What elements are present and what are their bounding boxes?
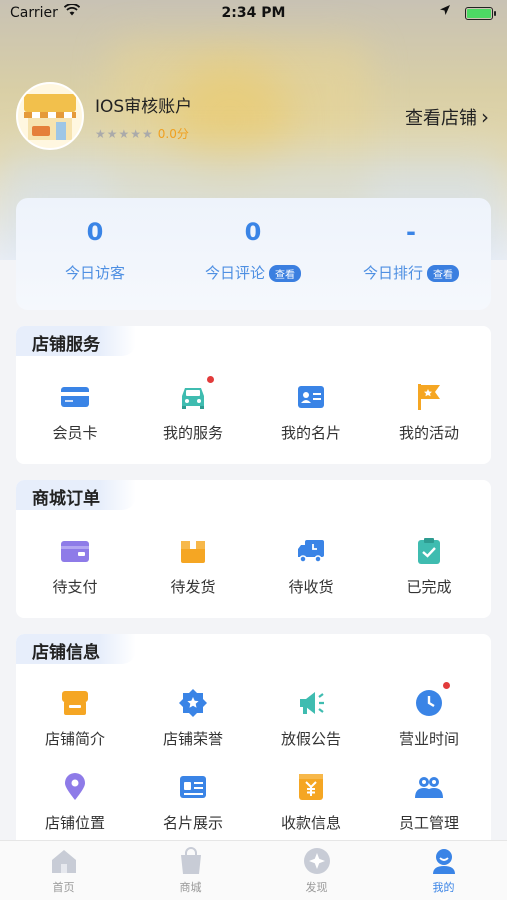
- grid-item-label: 放假公告: [280, 730, 341, 748]
- tab-mall[interactable]: 商城: [127, 847, 254, 895]
- box-icon: [178, 536, 208, 566]
- section-title: 商城订单: [16, 480, 136, 510]
- grid-item-store-location[interactable]: 店铺位置: [16, 772, 134, 833]
- grid-item-member-card[interactable]: 会员卡: [16, 382, 134, 443]
- store-service-card: 店铺服务 会员卡 我的服务 我的名片 我的活动: [16, 326, 491, 464]
- grid-item-business-card[interactable]: 我的名片: [252, 382, 370, 443]
- car-icon: [178, 376, 214, 412]
- today-stats-card: 0 今日访客 0 今日评论 查看 - 今日排行 查看: [16, 198, 491, 310]
- grid-item-pending-shipment[interactable]: 待发货: [134, 536, 252, 597]
- star-icons: ★★★★★: [95, 127, 154, 141]
- stat-comments[interactable]: 0 今日评论 查看: [174, 218, 332, 283]
- id-card-icon: [178, 772, 208, 802]
- grid-item-label: 名片展示: [162, 814, 223, 832]
- grid-item-pending-payment[interactable]: 待支付: [16, 536, 134, 597]
- users-icon: [414, 772, 444, 802]
- megaphone-icon: [296, 688, 326, 718]
- stat-label: 今日排行: [362, 264, 423, 282]
- grid-item-label: 我的活动: [398, 424, 459, 442]
- grid-item-label: 待发货: [170, 578, 216, 596]
- member-card-icon: [60, 382, 90, 412]
- grid-item-store-honors[interactable]: 店铺荣誉: [134, 688, 252, 749]
- battery-icon: [465, 7, 496, 20]
- wallet-icon: [60, 536, 90, 566]
- grid-item-staff-management[interactable]: 员工管理: [370, 772, 488, 833]
- clock-icon: [414, 682, 450, 718]
- yuan-receipt-icon: [296, 772, 326, 802]
- notification-dot: [207, 376, 214, 383]
- store-info-card: 店铺信息 店铺简介 店铺荣誉 放假公告 营业时间 店铺位置 名片展示 收款信息 …: [16, 634, 491, 854]
- bottom-tab-bar: 首页 商城 发现 我的: [0, 840, 507, 900]
- id-card-icon: [296, 382, 326, 412]
- flag-icon: [414, 382, 444, 412]
- home-icon: [50, 847, 78, 875]
- grid-item-label: 已完成: [406, 578, 452, 596]
- clock: 2:34 PM: [221, 5, 286, 21]
- grid-item-card-display[interactable]: 名片展示: [134, 772, 252, 833]
- section-title: 店铺信息: [16, 634, 136, 664]
- rating-score: 0.0分: [157, 127, 189, 141]
- stat-label: 今日评论: [204, 264, 265, 282]
- location-pin-icon: [60, 772, 90, 802]
- store-avatar[interactable]: [16, 82, 84, 150]
- tab-discover[interactable]: 发现: [253, 847, 380, 895]
- grid-item-my-service[interactable]: 我的服务: [134, 376, 252, 443]
- stat-value: -: [406, 218, 416, 246]
- grid-item-label: 待收货: [288, 578, 334, 596]
- storefront-icon: [60, 688, 90, 718]
- grid-item-my-activity[interactable]: 我的活动: [370, 382, 488, 443]
- grid-item-label: 会员卡: [52, 424, 98, 442]
- clipboard-check-icon: [414, 536, 444, 566]
- grid-item-business-hours[interactable]: 营业时间: [370, 682, 488, 749]
- view-store-button[interactable]: 查看店铺 ›: [405, 104, 489, 130]
- tab-label: 我的: [432, 881, 455, 894]
- view-store-label: 查看店铺: [405, 108, 477, 129]
- stat-visitors[interactable]: 0 今日访客: [16, 218, 174, 283]
- delivery-truck-icon: [296, 536, 326, 566]
- stat-ranking[interactable]: - 今日排行 查看: [332, 218, 490, 283]
- grid-item-label: 店铺简介: [44, 730, 105, 748]
- grid-item-store-intro[interactable]: 店铺简介: [16, 688, 134, 749]
- grid-item-label: 店铺荣誉: [162, 730, 223, 748]
- grid-item-label: 收款信息: [280, 814, 341, 832]
- rating-stars: ★★★★★ 0.0分: [95, 125, 189, 142]
- grid-item-label: 我的名片: [280, 424, 341, 442]
- tab-label: 首页: [52, 881, 75, 894]
- grid-item-completed[interactable]: 已完成: [370, 536, 488, 597]
- notification-dot: [443, 682, 450, 689]
- shopping-bag-icon: [177, 847, 205, 875]
- mall-orders-card: 商城订单 待支付 待发货 待收货 已完成: [16, 480, 491, 618]
- store-name: IOS审核账户: [95, 97, 193, 117]
- compass-icon: [303, 847, 331, 875]
- stat-value: 0: [244, 218, 262, 246]
- location-arrow-icon: [439, 4, 451, 19]
- grid-item-pending-receipt[interactable]: 待收货: [252, 536, 370, 597]
- section-title: 店铺服务: [16, 326, 136, 356]
- view-badge-button[interactable]: 查看: [269, 265, 301, 282]
- chevron-right-icon: ›: [481, 105, 489, 129]
- medal-icon: [178, 688, 208, 718]
- grid-item-payment-info[interactable]: 收款信息: [252, 772, 370, 833]
- grid-item-label: 店铺位置: [44, 814, 105, 832]
- status-bar: Carrier 2:34 PM: [0, 0, 507, 26]
- user-icon: [430, 847, 458, 875]
- grid-item-holiday-notice[interactable]: 放假公告: [252, 688, 370, 749]
- tab-label: 发现: [305, 881, 328, 894]
- tab-home[interactable]: 首页: [0, 847, 127, 895]
- tab-label: 商城: [179, 881, 202, 894]
- grid-item-label: 待支付: [52, 578, 98, 596]
- grid-item-label: 员工管理: [398, 814, 459, 832]
- view-badge-button[interactable]: 查看: [427, 265, 459, 282]
- tab-mine[interactable]: 我的: [380, 847, 507, 895]
- stat-label: 今日访客: [64, 264, 125, 282]
- stat-value: 0: [86, 218, 104, 246]
- grid-item-label: 我的服务: [162, 424, 223, 442]
- grid-item-label: 营业时间: [398, 730, 459, 748]
